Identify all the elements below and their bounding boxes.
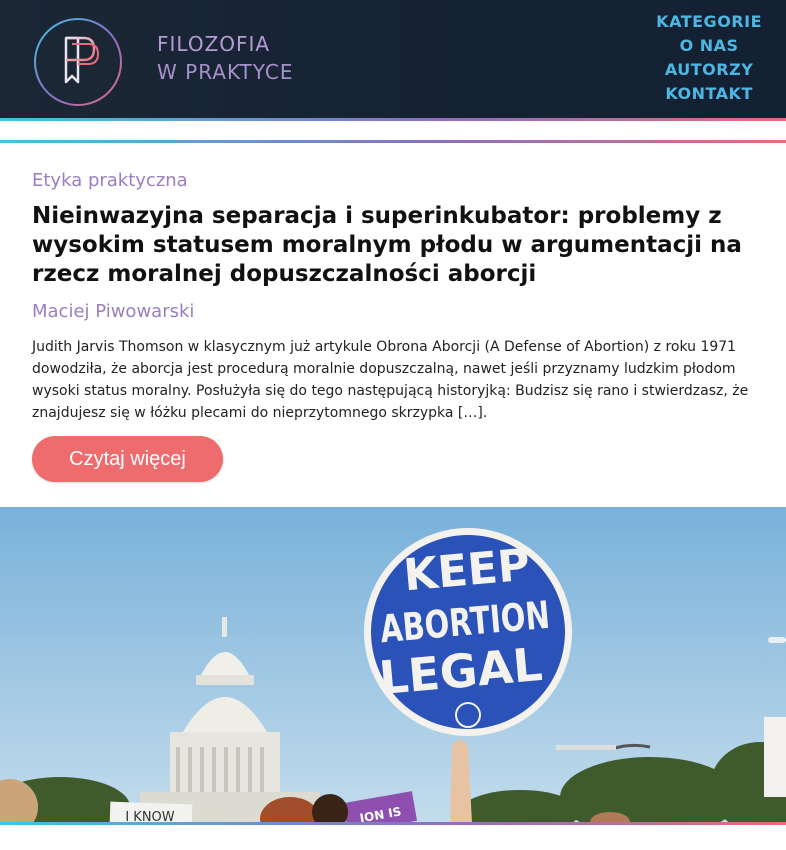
article-excerpt: Judith Jarvis Thomson w klasycznym już a…: [32, 339, 749, 421]
spacer: [0, 121, 786, 141]
main-nav: KATEGORIE O NAS AUTORZY KONTAKT: [656, 10, 762, 106]
brand-line1: FILOZOFIA: [157, 32, 271, 56]
gradient-divider: [0, 140, 786, 143]
article-photo[interactable]: KEEP ABORTION LEGAL I KNOW ION IS: [0, 507, 786, 823]
read-more-button[interactable]: Czytaj więcej: [32, 436, 223, 482]
i-know-sign: I KNOW: [109, 801, 193, 823]
article-category-link[interactable]: Etyka praktyczna: [32, 170, 188, 191]
nav-item-kontakt[interactable]: KONTAKT: [656, 82, 762, 106]
partial-sign: [764, 717, 786, 797]
keep-abortion-legal-sign: KEEP ABORTION LEGAL: [364, 528, 572, 736]
site-header: FILOZOFIA W PRAKTYCE KATEGORIE O NAS AUT…: [0, 0, 786, 118]
site-logo[interactable]: [34, 18, 122, 106]
protest-photo-illustration: KEEP ABORTION LEGAL I KNOW ION IS: [0, 507, 786, 823]
spacer: [0, 825, 786, 850]
nav-item-kategorie[interactable]: KATEGORIE: [656, 10, 762, 34]
article-title[interactable]: Nieinwazyjna separacja i superinkubator:…: [32, 202, 752, 289]
article-author-link[interactable]: Maciej Piwowarski: [32, 301, 194, 322]
logo-fp-icon: [64, 36, 100, 84]
brand-name[interactable]: FILOZOFIA W PRAKTYCE: [157, 30, 293, 86]
brand-line2: W PRAKTYCE: [157, 60, 294, 84]
nav-item-autorzy[interactable]: AUTORZY: [656, 58, 762, 82]
nav-item-o-nas[interactable]: O NAS: [656, 34, 762, 58]
